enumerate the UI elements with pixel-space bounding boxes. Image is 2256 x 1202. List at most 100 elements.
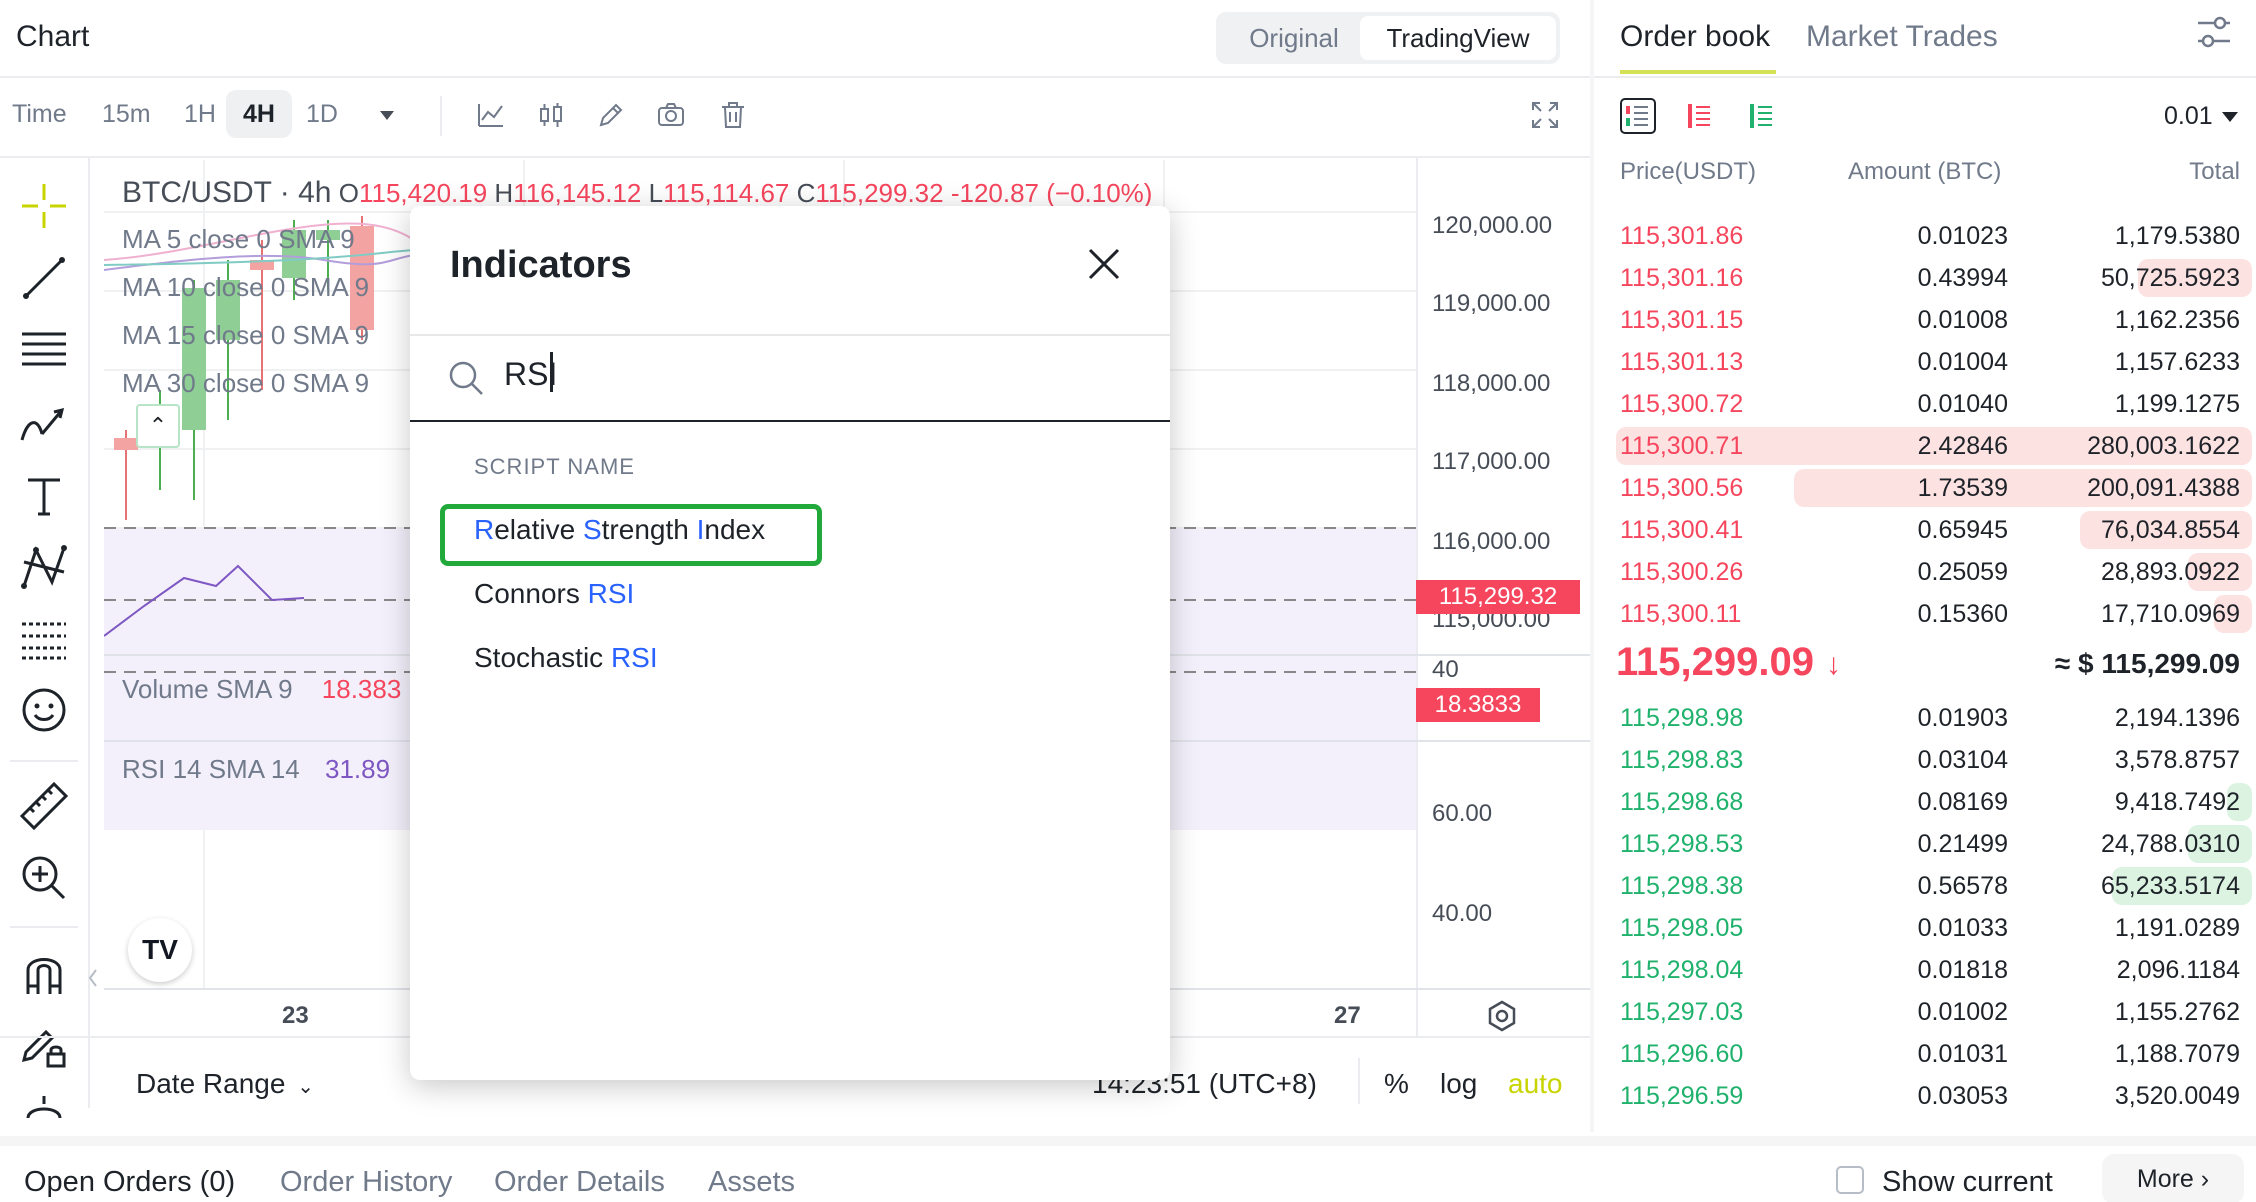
orderbook-panel: Order book Market Trades 0.01 Price(USDT… (1594, 0, 2256, 1132)
timeframe-15m[interactable]: 15m (102, 100, 151, 129)
tab-market-trades[interactable]: Market Trades (1806, 20, 1998, 54)
ask-row[interactable]: 115,300.71 2.42846 280,003.1622 (1594, 424, 2256, 466)
last-price-tag: 115,299.32 (1416, 580, 1580, 614)
ask-row[interactable]: 115,300.56 1.73539 200,091.4388 (1594, 466, 2256, 508)
ask-total: 1,157.6233 (2114, 348, 2240, 376)
precision-select[interactable]: 0.01 (2164, 102, 2240, 131)
view-original-button[interactable]: Original (1220, 16, 1368, 60)
bid-row[interactable]: 115,298.53 0.21499 24,788.0310 (1594, 822, 2256, 864)
ohlc-open-label: O (338, 178, 359, 208)
result-text: elative (494, 514, 583, 545)
chart-type-line-icon[interactable] (476, 100, 506, 130)
result-connors-rsi[interactable]: Connors RSI (474, 578, 634, 610)
auto-scale-toggle[interactable]: auto (1508, 1068, 1563, 1100)
ask-row[interactable]: 115,301.16 0.43994 50,725.5923 (1594, 256, 2256, 298)
date-range-button[interactable]: Date Range ⌄ (136, 1068, 314, 1100)
tab-assets[interactable]: Assets (708, 1166, 795, 1199)
camera-icon[interactable] (656, 100, 686, 130)
ruler-icon[interactable] (18, 780, 70, 832)
bid-total: 3,520.0049 (2114, 1082, 2240, 1110)
bid-row[interactable]: 115,298.98 0.01903 2,194.1396 (1594, 696, 2256, 738)
show-current-checkbox[interactable] (1836, 1166, 1864, 1194)
indicator-search-field[interactable]: RSI (410, 334, 1170, 422)
collapse-toolbar-icon[interactable] (86, 966, 100, 990)
percent-scale-toggle[interactable]: % (1384, 1068, 1409, 1100)
trend-line-icon[interactable] (18, 252, 70, 304)
fullscreen-icon[interactable] (1530, 100, 1560, 130)
ask-row[interactable]: 115,300.41 0.65945 76,034.8554 (1594, 508, 2256, 550)
ask-row[interactable]: 115,301.13 0.01004 1,157.6233 (1594, 340, 2256, 382)
horizontal-lines-icon[interactable] (18, 324, 70, 376)
settings-icon[interactable] (1484, 998, 1520, 1034)
precision-value: 0.01 (2164, 102, 2213, 130)
tab-order-history[interactable]: Order History (280, 1166, 452, 1199)
pencil-icon[interactable] (596, 100, 626, 130)
ask-row[interactable]: 115,301.86 0.01023 1,179.5380 (1594, 214, 2256, 256)
ma10-legend[interactable]: MA 10 close 0 SMA 9 (122, 272, 369, 303)
bid-row[interactable]: 115,298.68 0.08169 9,418.7492 (1594, 780, 2256, 822)
tab-open-orders[interactable]: Open Orders (0) (24, 1166, 235, 1199)
ask-row[interactable]: 115,300.72 0.01040 1,199.1275 (1594, 382, 2256, 424)
brush-icon[interactable] (18, 398, 70, 450)
timeframe-1d[interactable]: 1D (306, 100, 338, 129)
visibility-icon[interactable] (18, 1090, 70, 1120)
symbol-legend: BTC/USDT · 4h O115,420.19 H116,145.12 L1… (122, 176, 1152, 210)
book-both-icon[interactable] (1620, 98, 1656, 134)
bid-row[interactable]: 115,298.05 0.01033 1,191.0289 (1594, 906, 2256, 948)
ask-total: 1,179.5380 (2114, 222, 2240, 250)
bid-total: 1,155.2762 (2114, 998, 2240, 1026)
more-button[interactable]: More › (2102, 1154, 2244, 1202)
tab-order-details[interactable]: Order Details (494, 1166, 665, 1199)
bid-total: 2,096.1184 (2116, 956, 2240, 984)
timeframe-dropdown-icon[interactable] (374, 100, 400, 130)
timeframe-1h[interactable]: 1H (184, 100, 216, 129)
timeframe-4h[interactable]: 4H (226, 90, 292, 138)
view-tradingview-button[interactable]: TradingView (1360, 16, 1556, 60)
divider (1358, 1058, 1360, 1104)
ma5-legend[interactable]: MA 5 close 0 SMA 9 (122, 224, 355, 255)
ask-row[interactable]: 115,300.11 0.15360 17,710.0969 (1594, 592, 2256, 634)
zoom-in-icon[interactable] (18, 852, 70, 904)
bid-row[interactable]: 115,296.59 0.03053 3,520.0049 (1594, 1074, 2256, 1116)
result-relative-strength-index[interactable]: Relative Strength Index (474, 514, 765, 546)
tradingview-logo[interactable]: TV (128, 918, 192, 982)
magnet-icon[interactable] (18, 948, 70, 1000)
bid-row[interactable]: 115,298.38 0.56578 65,233.5174 (1594, 864, 2256, 906)
ma15-legend[interactable]: MA 15 close 0 SMA 9 (122, 320, 369, 351)
bid-row[interactable]: 115,296.60 0.01031 1,188.7079 (1594, 1032, 2256, 1074)
match-highlight: RSI (587, 578, 635, 609)
time-label: Time (12, 100, 67, 128)
ask-row[interactable]: 115,300.26 0.25059 28,893.0922 (1594, 550, 2256, 592)
result-stochastic-rsi[interactable]: Stochastic RSI (474, 642, 658, 674)
ask-price: 115,300.11 (1620, 600, 1742, 628)
tab-order-book[interactable]: Order book (1620, 20, 1770, 54)
ask-row[interactable]: 115,301.15 0.01008 1,162.2356 (1594, 298, 2256, 340)
trash-icon[interactable] (718, 100, 748, 130)
divider (1594, 76, 2256, 78)
log-scale-toggle[interactable]: log (1440, 1068, 1477, 1100)
rsi-legend: RSI 14 SMA 14 31.89 (122, 754, 390, 785)
bid-row[interactable]: 115,298.04 0.01818 2,096.1184 (1594, 948, 2256, 990)
bid-amount: 0.01818 (1917, 956, 2008, 984)
pattern-icon[interactable] (18, 542, 70, 594)
fib-retracement-icon[interactable] (18, 612, 70, 664)
candle-body (114, 438, 138, 450)
ma30-legend[interactable]: MA 30 close 0 SMA 9 (122, 368, 369, 399)
book-asks-icon[interactable] (1682, 98, 1718, 134)
text-tool-icon[interactable] (18, 470, 70, 522)
close-icon[interactable] (1082, 242, 1126, 286)
book-bids-icon[interactable] (1744, 98, 1780, 134)
candlestick-icon[interactable] (536, 100, 566, 130)
crosshair-icon[interactable] (18, 180, 70, 232)
ask-amount: 0.43994 (1917, 264, 2008, 292)
bid-row[interactable]: 115,297.03 0.01002 1,155.2762 (1594, 990, 2256, 1032)
collapse-legend-button[interactable]: ⌃ (136, 404, 180, 448)
ohlc-change: -120.87 (−0.10%) (950, 178, 1153, 208)
settings-sliders-icon[interactable] (2194, 14, 2234, 50)
ask-price: 115,301.15 (1620, 306, 1744, 334)
bid-row[interactable]: 115,298.83 0.03104 3,578.8757 (1594, 738, 2256, 780)
emoji-icon[interactable] (18, 684, 70, 736)
ohlc-high-label: H (494, 178, 514, 208)
lock-drawings-icon[interactable] (18, 1020, 70, 1072)
chart-title: Chart (16, 20, 90, 53)
